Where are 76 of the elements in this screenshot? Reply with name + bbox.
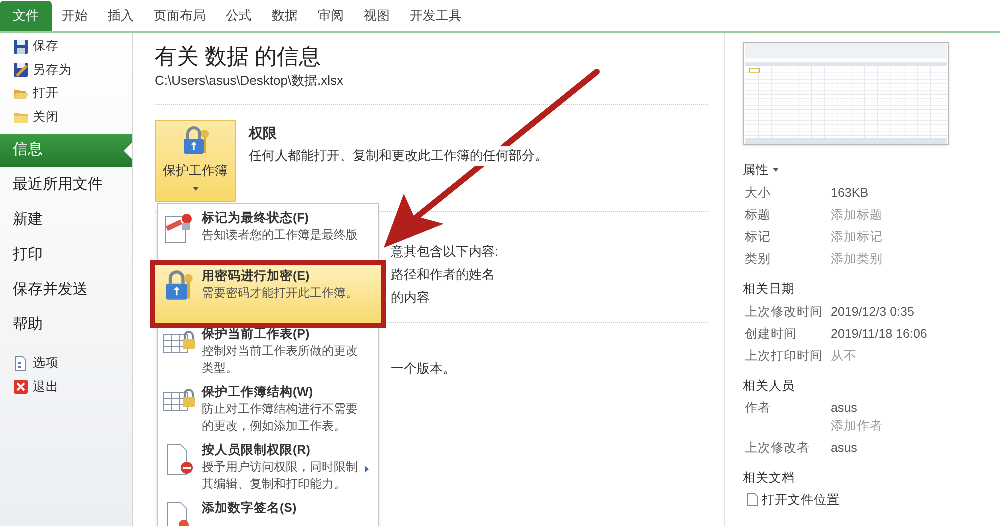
menu-item-description: 的更改，例如添加工作表。 <box>202 418 347 435</box>
menu-item-title: 添加数字签名(S) <box>202 500 297 517</box>
ribbon-tab[interactable]: 审阅 <box>308 1 354 31</box>
open-file-location-link[interactable]: 打开文件位置 <box>743 491 840 510</box>
property-value: 163KB <box>831 184 869 202</box>
properties-heading[interactable]: 相关日期 <box>743 280 795 298</box>
menu-item[interactable]: 添加数字签名(S) <box>158 497 378 526</box>
menu-item-description: 控制对当前工作表所做的更改 <box>202 343 358 360</box>
property-value: asus <box>831 440 858 458</box>
document-icon <box>13 356 29 372</box>
sidebar-item[interactable]: 最近所用文件 <box>0 169 132 202</box>
menu-item-description: 授予用户访问权限，同时限制 <box>202 459 358 476</box>
menu-item-description: 其编辑、复制和打印能力。 <box>202 476 347 493</box>
menu-item-title: 用密码进行加密(E) <box>202 268 311 285</box>
property-label: 标题 <box>745 206 772 224</box>
property-label: 上次打印时间 <box>745 348 824 364</box>
menu-item-title: 保护当前工作表(P) <box>202 326 311 343</box>
ribbon-tab[interactable]: 视图 <box>354 1 400 31</box>
menu-item[interactable]: 保护当前工作表(P) 控制对当前工作表所做的更改 类型。 <box>158 323 378 381</box>
property-label: 上次修改时间 <box>745 304 824 320</box>
property-label: 作者 <box>745 400 772 418</box>
sidebar-item[interactable]: 另存为 <box>0 58 132 82</box>
versions-text: 一个版本。 <box>391 360 456 378</box>
info-title: 有关 数据 的信息 <box>155 43 322 71</box>
document-icon <box>747 493 759 508</box>
properties-heading[interactable]: 相关人员 <box>743 376 795 396</box>
caret-icon <box>773 168 779 172</box>
property-label: 类别 <box>745 250 772 268</box>
ribbon-tab[interactable]: 插入 <box>98 1 144 31</box>
property-value: 2019/12/3 0:35 <box>831 304 914 320</box>
sidebar-item[interactable]: 关闭 <box>0 106 132 129</box>
menu-item[interactable]: 按人员限制权限(R) 授予用户访问权限，同时限制 其编辑、复制和打印能力。 <box>158 439 378 497</box>
property-value: asus <box>831 400 858 418</box>
sidebar-item[interactable]: 帮助 <box>0 309 132 342</box>
floppy-pencil-icon <box>13 62 29 78</box>
menu-item[interactable]: 标记为最终状态(F) 告知读者您的工作簿是最终版 <box>158 207 378 265</box>
sidebar-item[interactable]: 打开 <box>0 82 132 106</box>
menu-item-title: 标记为最终状态(F) <box>202 210 310 227</box>
menu-item-description: 防止对工作簿结构进行不需要 <box>202 401 358 418</box>
menu-item[interactable]: 用密码进行加密(E) 需要密码才能打开此工作簿。 <box>155 265 381 323</box>
caret-icon <box>192 186 198 190</box>
menu-item-title: 保护工作簿结构(W) <box>202 384 314 401</box>
sidebar-item[interactable]: 选项 <box>0 352 132 376</box>
property-value: 2019/11/18 16:06 <box>831 326 928 342</box>
ribbon-tab[interactable]: 数据 <box>262 1 308 31</box>
ribbon-tab[interactable]: 公式 <box>216 1 262 31</box>
property-label: 标记 <box>745 228 772 246</box>
menu-item-description: 类型。 <box>202 360 239 377</box>
menu-item-title: 按人员限制权限(R) <box>202 442 312 459</box>
properties-heading[interactable]: 相关文档 <box>743 469 795 488</box>
properties-heading[interactable]: 属性 <box>743 161 779 180</box>
ribbon-tab[interactable]: 文件 <box>0 1 52 31</box>
menu-item-description: 需要密码才能打开此工作簿。 <box>202 285 358 302</box>
section-heading: 权限 <box>249 124 278 143</box>
close-icon <box>13 379 29 396</box>
property-label: 上次修改者 <box>745 440 811 458</box>
menu-item[interactable]: 保护工作簿结构(W) 防止对工作簿结构进行不需要 的更改，例如添加工作表。 <box>158 381 378 439</box>
submenu-arrow-icon <box>365 466 369 473</box>
ribbon-tab[interactable]: 页面布局 <box>144 1 216 31</box>
inspect-text: 的内容 <box>391 289 431 307</box>
property-label: 大小 <box>745 184 772 202</box>
selection-pointer <box>124 143 132 159</box>
sidebar-item[interactable]: 退出 <box>0 376 132 399</box>
sidebar-item[interactable]: 保存 <box>0 35 132 58</box>
sidebar-item[interactable]: 保存并发送 <box>0 274 132 307</box>
property-label: 创建时间 <box>745 326 798 342</box>
ribbon-tab[interactable]: 开始 <box>52 1 98 31</box>
sidebar-item[interactable]: 信息 <box>0 134 132 167</box>
file-path: C:\Users\asus\Desktop\数据.xlsx <box>155 72 345 90</box>
protect-workbook-button[interactable]: 保护工作簿 <box>155 120 236 202</box>
menu-item-description: 告知读者您的工作簿是最终版 <box>202 227 358 244</box>
inspect-text: 路径和作者的姓名 <box>391 266 496 284</box>
sidebar-item[interactable]: 新建 <box>0 204 132 237</box>
sidebar-item[interactable]: 打印 <box>0 239 132 272</box>
ribbon-tab[interactable]: 开发工具 <box>400 1 472 31</box>
inspect-text: 意其包含以下内容: <box>391 243 500 261</box>
